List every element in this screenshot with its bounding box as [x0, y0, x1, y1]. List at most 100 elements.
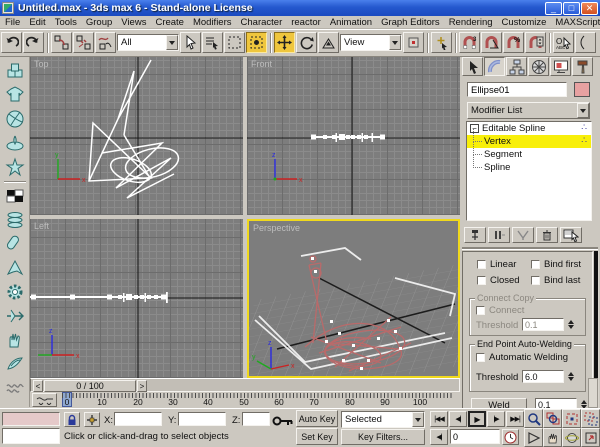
select-by-name-icon[interactable] — [202, 32, 223, 53]
capsule-icon[interactable] — [2, 232, 28, 256]
angle-snap-toggle-icon[interactable] — [481, 32, 502, 53]
toolbar-clipped-icon[interactable] — [575, 32, 596, 53]
menu-tools[interactable]: Tools — [55, 17, 77, 28]
close-button[interactable]: ✕ — [581, 2, 598, 15]
rope-squiggle-icon[interactable] — [2, 376, 28, 400]
menu-create[interactable]: Create — [155, 17, 184, 28]
maximize-button[interactable]: □ — [563, 2, 580, 15]
menu-animation[interactable]: Animation — [330, 17, 372, 28]
viewport-top[interactable]: Top yx — [30, 57, 243, 215]
zoom-all-icon[interactable] — [543, 409, 562, 428]
checkbox-icon[interactable] — [477, 276, 486, 285]
title-bar[interactable]: Untitled.max - 3ds max 6 - Stand-alone L… — [0, 0, 600, 16]
menu-graph-editors[interactable]: Graph Editors — [381, 17, 440, 28]
play-button-icon[interactable]: ▶ — [468, 411, 486, 427]
make-unique-icon[interactable] — [512, 227, 534, 243]
spinner-icon[interactable] — [566, 370, 575, 383]
time-slider-handle[interactable]: 0 / 100 — [44, 380, 136, 392]
show-end-result-icon[interactable] — [488, 227, 510, 243]
stack-root-row[interactable]: − Editable Spline ∴ — [467, 122, 591, 135]
select-and-move-icon[interactable] — [274, 32, 295, 53]
selection-lock-icon[interactable] — [64, 412, 80, 427]
menu-group[interactable]: Group — [86, 17, 112, 28]
checkbox-icon[interactable] — [531, 276, 540, 285]
time-slider[interactable]: < 0 / 100 > — [30, 378, 460, 392]
bind-last-checkbox[interactable]: Bind last — [531, 275, 580, 286]
y-coordinate-field[interactable] — [178, 412, 226, 426]
unlink-selection-icon[interactable] — [73, 32, 94, 53]
minimize-button[interactable]: _ — [545, 2, 562, 15]
set-key-button[interactable]: Set Key — [296, 428, 338, 445]
stack-item-vertex[interactable]: Vertex ∴ — [467, 135, 591, 148]
percent-snap-toggle-icon[interactable]: % — [503, 32, 524, 53]
arc-rotate-icon[interactable] — [562, 428, 581, 447]
closed-checkbox[interactable]: Closed — [477, 275, 520, 286]
maxscript-listener[interactable] — [2, 428, 60, 444]
wing-icon[interactable] — [2, 352, 28, 376]
bind-to-space-warp-icon[interactable] — [95, 32, 116, 53]
selection-filter-dropdown[interactable]: All — [117, 34, 179, 51]
select-and-scale-icon[interactable] — [318, 32, 339, 53]
window-crossing-toggle-icon[interactable] — [246, 32, 267, 53]
viewport-front-label[interactable]: Front — [251, 59, 272, 69]
configure-modifier-sets-icon[interactable] — [560, 227, 582, 243]
current-frame-field[interactable] — [450, 429, 500, 444]
sphere-icon[interactable] — [2, 107, 28, 131]
maxscript-macro-recorder[interactable] — [2, 412, 60, 426]
key-filters-button[interactable]: Key Filters... — [341, 429, 425, 445]
springs-icon[interactable] — [2, 208, 28, 232]
zoom-icon[interactable] — [524, 409, 543, 428]
menu-modifiers[interactable]: Modifiers — [193, 17, 232, 28]
menu-character[interactable]: Character — [241, 17, 283, 28]
time-configuration-icon[interactable] — [502, 429, 519, 445]
checkbox-icon[interactable] — [476, 353, 485, 362]
water-surface-icon[interactable] — [2, 131, 28, 155]
menu-maxscript[interactable]: MAXScript — [555, 17, 600, 28]
viewport-perspective-label[interactable]: Perspective — [253, 223, 300, 233]
plane-arrow-icon[interactable] — [2, 304, 28, 328]
set-key-mode-icon[interactable] — [272, 414, 294, 431]
connect-checkbox[interactable]: Connect — [476, 305, 524, 316]
modifier-list-dropdown[interactable]: Modifier List — [467, 102, 590, 119]
menu-reactor[interactable]: reactor — [291, 17, 321, 28]
star-icon[interactable] — [2, 155, 28, 179]
edit-named-selections-icon[interactable]: OABC — [553, 32, 574, 53]
snap-toggle-3d-icon[interactable]: 3 — [459, 32, 480, 53]
zoom-extents-all-icon[interactable] — [581, 409, 600, 428]
pan-hand-icon[interactable] — [543, 428, 562, 447]
automatic-welding-checkbox[interactable]: Automatic Welding — [476, 352, 568, 363]
viewport-top-label[interactable]: Top — [34, 59, 49, 69]
redo-icon[interactable] — [23, 32, 44, 53]
maximize-viewport-toggle-icon[interactable] — [581, 428, 600, 447]
viewport-left[interactable]: Left zx — [30, 219, 243, 378]
trackbar-scrollbar[interactable] — [588, 378, 598, 408]
gear-icon[interactable] — [2, 280, 28, 304]
mini-curve-editor-icon[interactable] — [32, 393, 57, 407]
dropdown-arrow-icon[interactable] — [389, 35, 401, 50]
checkbox-icon[interactable] — [531, 260, 540, 269]
cloth-icon[interactable] — [2, 83, 28, 107]
tab-hierarchy-icon[interactable] — [506, 57, 527, 76]
checker-icon[interactable] — [2, 184, 28, 208]
tab-create-icon[interactable] — [462, 57, 483, 76]
wedge-icon[interactable] — [2, 256, 28, 280]
menu-rendering[interactable]: Rendering — [449, 17, 493, 28]
checkbox-icon[interactable] — [476, 306, 485, 315]
viewport-left-label[interactable]: Left — [34, 221, 49, 231]
select-and-rotate-icon[interactable] — [296, 32, 317, 53]
select-and-manipulate-icon[interactable] — [431, 32, 452, 53]
undo-icon[interactable] — [1, 32, 22, 53]
tab-utilities-icon[interactable] — [572, 57, 593, 76]
auto-key-button[interactable]: Auto Key — [296, 410, 338, 427]
spinner-icon[interactable] — [566, 318, 575, 331]
object-color-swatch[interactable] — [574, 82, 590, 97]
reference-coord-dropdown[interactable]: View — [340, 34, 402, 51]
select-object-icon[interactable] — [180, 32, 201, 53]
selection-set-dropdown[interactable]: Selected — [341, 411, 425, 428]
cubes-icon[interactable] — [2, 59, 28, 83]
dropdown-arrow-icon[interactable] — [577, 103, 589, 118]
viewport-perspective[interactable]: Perspective — [247, 219, 460, 378]
x-coordinate-field[interactable] — [114, 412, 162, 426]
linear-checkbox[interactable]: Linear — [477, 259, 516, 270]
connect-threshold-field[interactable]: 0.1 — [522, 318, 564, 331]
